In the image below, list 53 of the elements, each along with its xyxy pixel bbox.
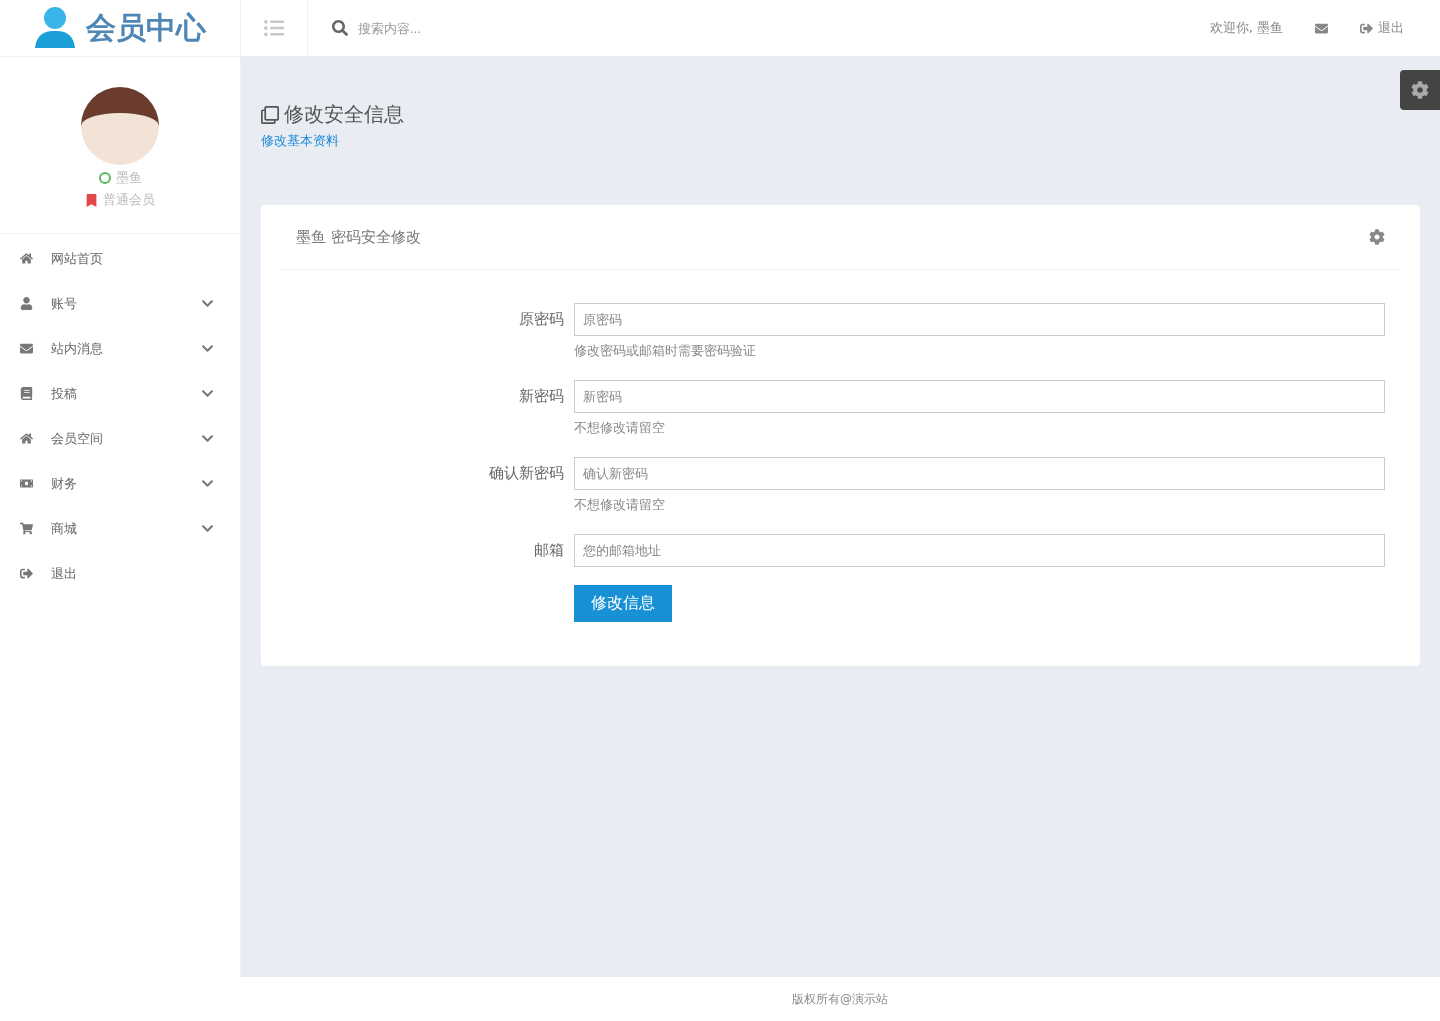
chevron-icon — [201, 432, 214, 445]
nav-icon — [20, 477, 33, 490]
nav-icon — [20, 342, 33, 355]
brand-title: 会员中心 — [86, 8, 206, 47]
sidebar-item[interactable]: 投稿 — [0, 371, 240, 416]
input-field[interactable]: 原密码 — [574, 303, 1385, 336]
sidebar-item[interactable]: 退出 — [0, 551, 240, 596]
sidebar-item[interactable]: 网站首页 — [0, 236, 240, 281]
field-label: 新密码 — [518, 387, 564, 406]
sidebar-item[interactable]: 账号 — [0, 281, 240, 326]
member-level: 普通会员 — [103, 191, 155, 209]
user-icon — [34, 6, 76, 50]
input-field[interactable]: 确认新密码 — [574, 457, 1385, 490]
gear-icon — [1411, 81, 1429, 99]
help-text: 不想修改请留空 — [574, 419, 666, 437]
field-label: 邮箱 — [533, 541, 564, 560]
menu-icon — [264, 18, 284, 38]
chevron-icon — [201, 477, 214, 490]
submit-button[interactable]: 修改信息 — [574, 585, 672, 622]
nav-icon — [20, 252, 33, 265]
nav-icon — [20, 387, 33, 400]
help-text: 修改密码或邮箱时需要密码验证 — [574, 342, 757, 360]
search-icon — [332, 20, 348, 36]
mail-icon[interactable] — [1315, 21, 1328, 35]
bookmark-icon — [85, 193, 98, 207]
sidebar-item[interactable]: 站内消息 — [0, 326, 240, 371]
nav-icon — [20, 522, 33, 535]
sidebar-item[interactable]: 商城 — [0, 506, 240, 551]
chevron-icon — [201, 387, 214, 400]
chevron-icon — [201, 342, 214, 355]
logout-icon — [1360, 21, 1373, 35]
input-field[interactable]: 新密码 — [574, 380, 1385, 413]
profile-link[interactable]: 修改基本资料 — [261, 132, 339, 150]
logout-link[interactable]: 退出 — [1360, 19, 1404, 37]
card-title: 墨鱼 密码安全修改 — [296, 227, 421, 247]
help-text: 不想修改请留空 — [574, 496, 666, 514]
sidebar-item[interactable]: 会员空间 — [0, 416, 240, 461]
nav-icon — [20, 297, 33, 310]
nav-icon — [20, 567, 33, 580]
settings-button[interactable] — [1400, 70, 1440, 110]
chevron-icon — [201, 297, 214, 310]
settings-icon[interactable] — [1369, 229, 1385, 245]
field-label: 原密码 — [518, 310, 564, 329]
welcome-text: 欢迎你, 墨鱼 — [1209, 19, 1283, 37]
chevron-icon — [201, 522, 214, 535]
field-label: 确认新密码 — [488, 464, 564, 483]
footer-text: 版权所有@演示站 — [792, 990, 888, 1008]
copy-icon — [261, 105, 279, 124]
nav-icon — [20, 432, 33, 445]
input-field[interactable]: 您的邮箱地址 — [574, 534, 1385, 567]
sidebar-item[interactable]: 财务 — [0, 461, 240, 506]
user-name: 墨鱼 — [115, 169, 142, 187]
page-title: 修改安全信息 — [284, 101, 404, 128]
